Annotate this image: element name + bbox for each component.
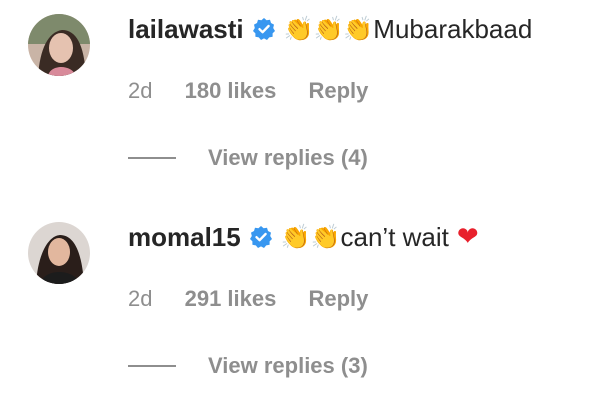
verified-badge-icon bbox=[249, 225, 273, 249]
comment-time[interactable]: 2d bbox=[128, 78, 152, 103]
reply-button[interactable]: Reply bbox=[308, 78, 368, 103]
avatar[interactable] bbox=[28, 14, 90, 76]
heart-icon: ❤ bbox=[456, 222, 479, 252]
clapping-hands-icon: 👏👏👏 bbox=[283, 15, 374, 43]
username[interactable]: momal15 bbox=[128, 222, 241, 252]
view-replies-button[interactable]: View replies (4) bbox=[128, 145, 368, 171]
view-replies-label: View replies (4) bbox=[208, 145, 368, 170]
username[interactable]: lailawasti bbox=[128, 14, 244, 44]
comment-item: momal15 👏👏 can’t wait ❤ 2d 291 likes Rep… bbox=[0, 208, 612, 414]
reply-button[interactable]: Reply bbox=[308, 286, 368, 311]
comment-time[interactable]: 2d bbox=[128, 286, 152, 311]
comment-item: lailawasti 👏👏👏 Mubarakbaad 2d 180 likes … bbox=[0, 0, 612, 200]
comment-text: Mubarakbaad bbox=[373, 14, 533, 44]
likes-count[interactable]: 291 likes bbox=[185, 286, 277, 311]
comment-line: momal15 👏👏 can’t wait ❤ bbox=[128, 222, 479, 252]
view-replies-label: View replies (3) bbox=[208, 353, 368, 378]
view-replies-button[interactable]: View replies (3) bbox=[128, 353, 368, 379]
comment-meta: 2d 180 likes Reply bbox=[128, 78, 394, 104]
divider bbox=[128, 365, 176, 367]
likes-count[interactable]: 180 likes bbox=[185, 78, 277, 103]
clapping-hands-icon: 👏👏 bbox=[280, 223, 341, 251]
divider bbox=[128, 157, 176, 159]
comment-meta: 2d 291 likes Reply bbox=[128, 286, 394, 312]
comment-text: can’t wait bbox=[340, 222, 449, 252]
comment-line: lailawasti 👏👏👏 Mubarakbaad bbox=[128, 14, 532, 44]
avatar[interactable] bbox=[28, 222, 90, 284]
verified-badge-icon bbox=[252, 17, 276, 41]
